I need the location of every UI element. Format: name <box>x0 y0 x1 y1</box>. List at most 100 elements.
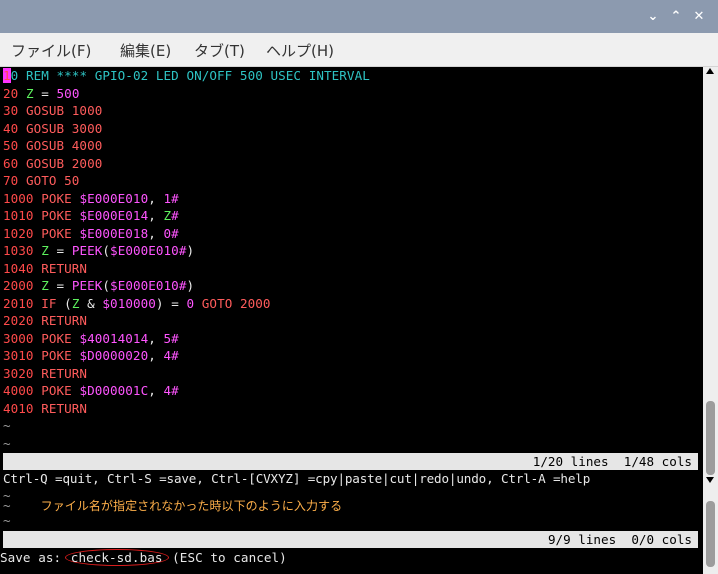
value: $E000E010# <box>110 243 187 258</box>
code-line: 1030 Z = PEEK($E000E010#) <box>3 242 194 259</box>
line-number: 60 <box>3 155 26 171</box>
operator: , <box>148 225 164 241</box>
menu-file[interactable]: ファイル(F) <box>11 40 91 61</box>
value: $40014014 <box>79 330 149 346</box>
value: # <box>171 208 179 223</box>
code-line: 3010 POKE $D0000020, 4# <box>3 347 179 364</box>
status-position: 9/9 lines 0/0 cols <box>547 532 692 547</box>
line-number: 70 <box>3 173 26 188</box>
value: $D000001C <box>79 383 149 398</box>
code-line: 30 GOSUB 1000 <box>3 102 102 119</box>
code-line: 4000 POKE $D000001C, 4# <box>3 382 179 399</box>
annotation-row: ~ ファイル名が指定されなかった時以下のように入力する <box>3 497 342 514</box>
keyword: PEEK <box>71 243 103 258</box>
line-number: 20 <box>3 85 26 101</box>
editor-status-bar: Editing: gpio-test.bas 1/20 lines 1/48 c… <box>3 453 698 486</box>
menu-help[interactable]: ヘルプ(H) <box>266 40 334 61</box>
filename-input[interactable]: check-sd.bas <box>64 549 169 566</box>
maximize-button[interactable]: ⌃ <box>668 9 684 25</box>
keyword: RETURN <box>41 400 88 416</box>
keyword: POKE <box>41 348 80 363</box>
line-number: 1010 <box>3 208 42 223</box>
value: 1# <box>163 190 179 206</box>
operator: = <box>48 243 72 258</box>
menu-tab[interactable]: タブ(T) <box>194 40 245 61</box>
cancel-hint: (ESC to cancel) <box>164 550 287 565</box>
operator: ) <box>186 278 195 293</box>
value: 0 <box>186 295 195 311</box>
value: 4# <box>163 348 179 363</box>
code-line: 20 Z = 500 <box>3 85 79 102</box>
window-titlebar: ⌄ ⌃ ✕ <box>0 0 718 33</box>
scroll-down-arrow-icon[interactable] <box>706 477 714 483</box>
status-position: 1/20 lines 1/48 cols <box>532 454 692 469</box>
code-line: 2000 Z = PEEK($E000E010#) <box>3 277 194 294</box>
operator: , <box>148 330 164 346</box>
line-number: 1030 <box>3 243 42 258</box>
line-number: 3020 <box>3 365 42 381</box>
keyword: POKE <box>41 383 80 398</box>
scroll-thumb[interactable] <box>706 501 715 567</box>
line-number: 2010 <box>3 295 42 311</box>
value: $E000E018 <box>79 225 149 241</box>
operator: , <box>148 383 164 398</box>
keyword: POKE <box>41 208 80 223</box>
line-number: 30 <box>3 103 26 118</box>
minimize-button[interactable]: ⌄ <box>645 9 661 25</box>
code-line: 40 GOSUB 3000 <box>3 120 102 137</box>
keyword: POKE <box>41 330 80 346</box>
code-line: 3000 POKE $40014014, 5# <box>3 330 179 347</box>
keyword: GOSUB 4000 <box>25 138 103 153</box>
code-line: 70 GOTO 50 <box>3 172 79 189</box>
scrollbar[interactable] <box>703 67 718 574</box>
value: $E000E010 <box>79 190 149 206</box>
code-line: 1040 RETURN <box>3 260 87 277</box>
keyword: RETURN <box>41 260 88 276</box>
scroll-thumb[interactable] <box>706 401 715 475</box>
menu-edit[interactable]: 編集(E) <box>120 40 171 61</box>
code-line: 2010 IF (Z & $010000) = 0 GOTO 2000 <box>3 295 271 312</box>
operator: , <box>148 208 164 223</box>
operator: ( <box>102 243 111 258</box>
line-number: 3010 <box>3 348 42 363</box>
operator: = <box>48 278 72 293</box>
scroll-up-arrow-icon[interactable] <box>706 68 714 74</box>
code-line: 1000 POKE $E000E010, 1# <box>3 190 179 207</box>
value: 0# <box>163 225 179 241</box>
value: 4# <box>163 383 179 398</box>
code-line: 50 GOSUB 4000 <box>3 137 102 154</box>
empty-line-marker: ~ <box>3 418 11 433</box>
help-line: Ctrl-Q =quit, Ctrl-S =save, Ctrl-[CVXYZ]… <box>3 471 591 486</box>
line-number: 1040 <box>3 260 42 276</box>
line-number: 50 <box>3 138 26 153</box>
operator: , <box>148 348 164 363</box>
prompt-status-bar: Editing: (modified) 9/9 lines 0/0 cols <box>3 531 698 564</box>
variable: Z <box>41 243 49 258</box>
line-number: 1000 <box>3 190 42 206</box>
keyword: GOTO 50 <box>25 173 80 188</box>
code-line: 2020 RETURN <box>3 312 87 329</box>
code-line: 3020 RETURN <box>3 365 87 382</box>
operator: ) <box>186 243 195 258</box>
value: $E000E010# <box>110 278 187 293</box>
terminal-area[interactable]: 1 0 REM **** GPIO-02 LED ON/OFF 500 USEC … <box>0 67 703 574</box>
operator: , <box>148 190 164 206</box>
keyword: GOTO 2000 <box>194 295 271 311</box>
operator: & <box>79 295 103 311</box>
close-button[interactable]: ✕ <box>691 9 707 25</box>
operator: ) = <box>155 295 187 311</box>
code-line: 1020 POKE $E000E018, 0# <box>3 225 179 242</box>
save-prompt: Save as: check-sd.bas (ESC to cancel) <box>0 549 287 566</box>
keyword: IF <box>41 295 57 311</box>
line-number: 4000 <box>3 383 42 398</box>
keyword: GOSUB 2000 <box>25 155 103 171</box>
code-line: 60 GOSUB 2000 <box>3 155 102 172</box>
empty-line-marker: ~ <box>3 435 11 451</box>
code-line: 10 REM **** GPIO-02 LED ON/OFF 500 USEC … <box>3 67 370 84</box>
text-cursor: 1 <box>3 68 11 83</box>
code-line: 1010 POKE $E000E014, Z# <box>3 207 179 224</box>
value: $E000E014 <box>79 208 149 223</box>
keyword: GOSUB 3000 <box>25 120 103 136</box>
line-number: 2020 <box>3 313 42 328</box>
line-number: 2000 <box>3 278 42 293</box>
